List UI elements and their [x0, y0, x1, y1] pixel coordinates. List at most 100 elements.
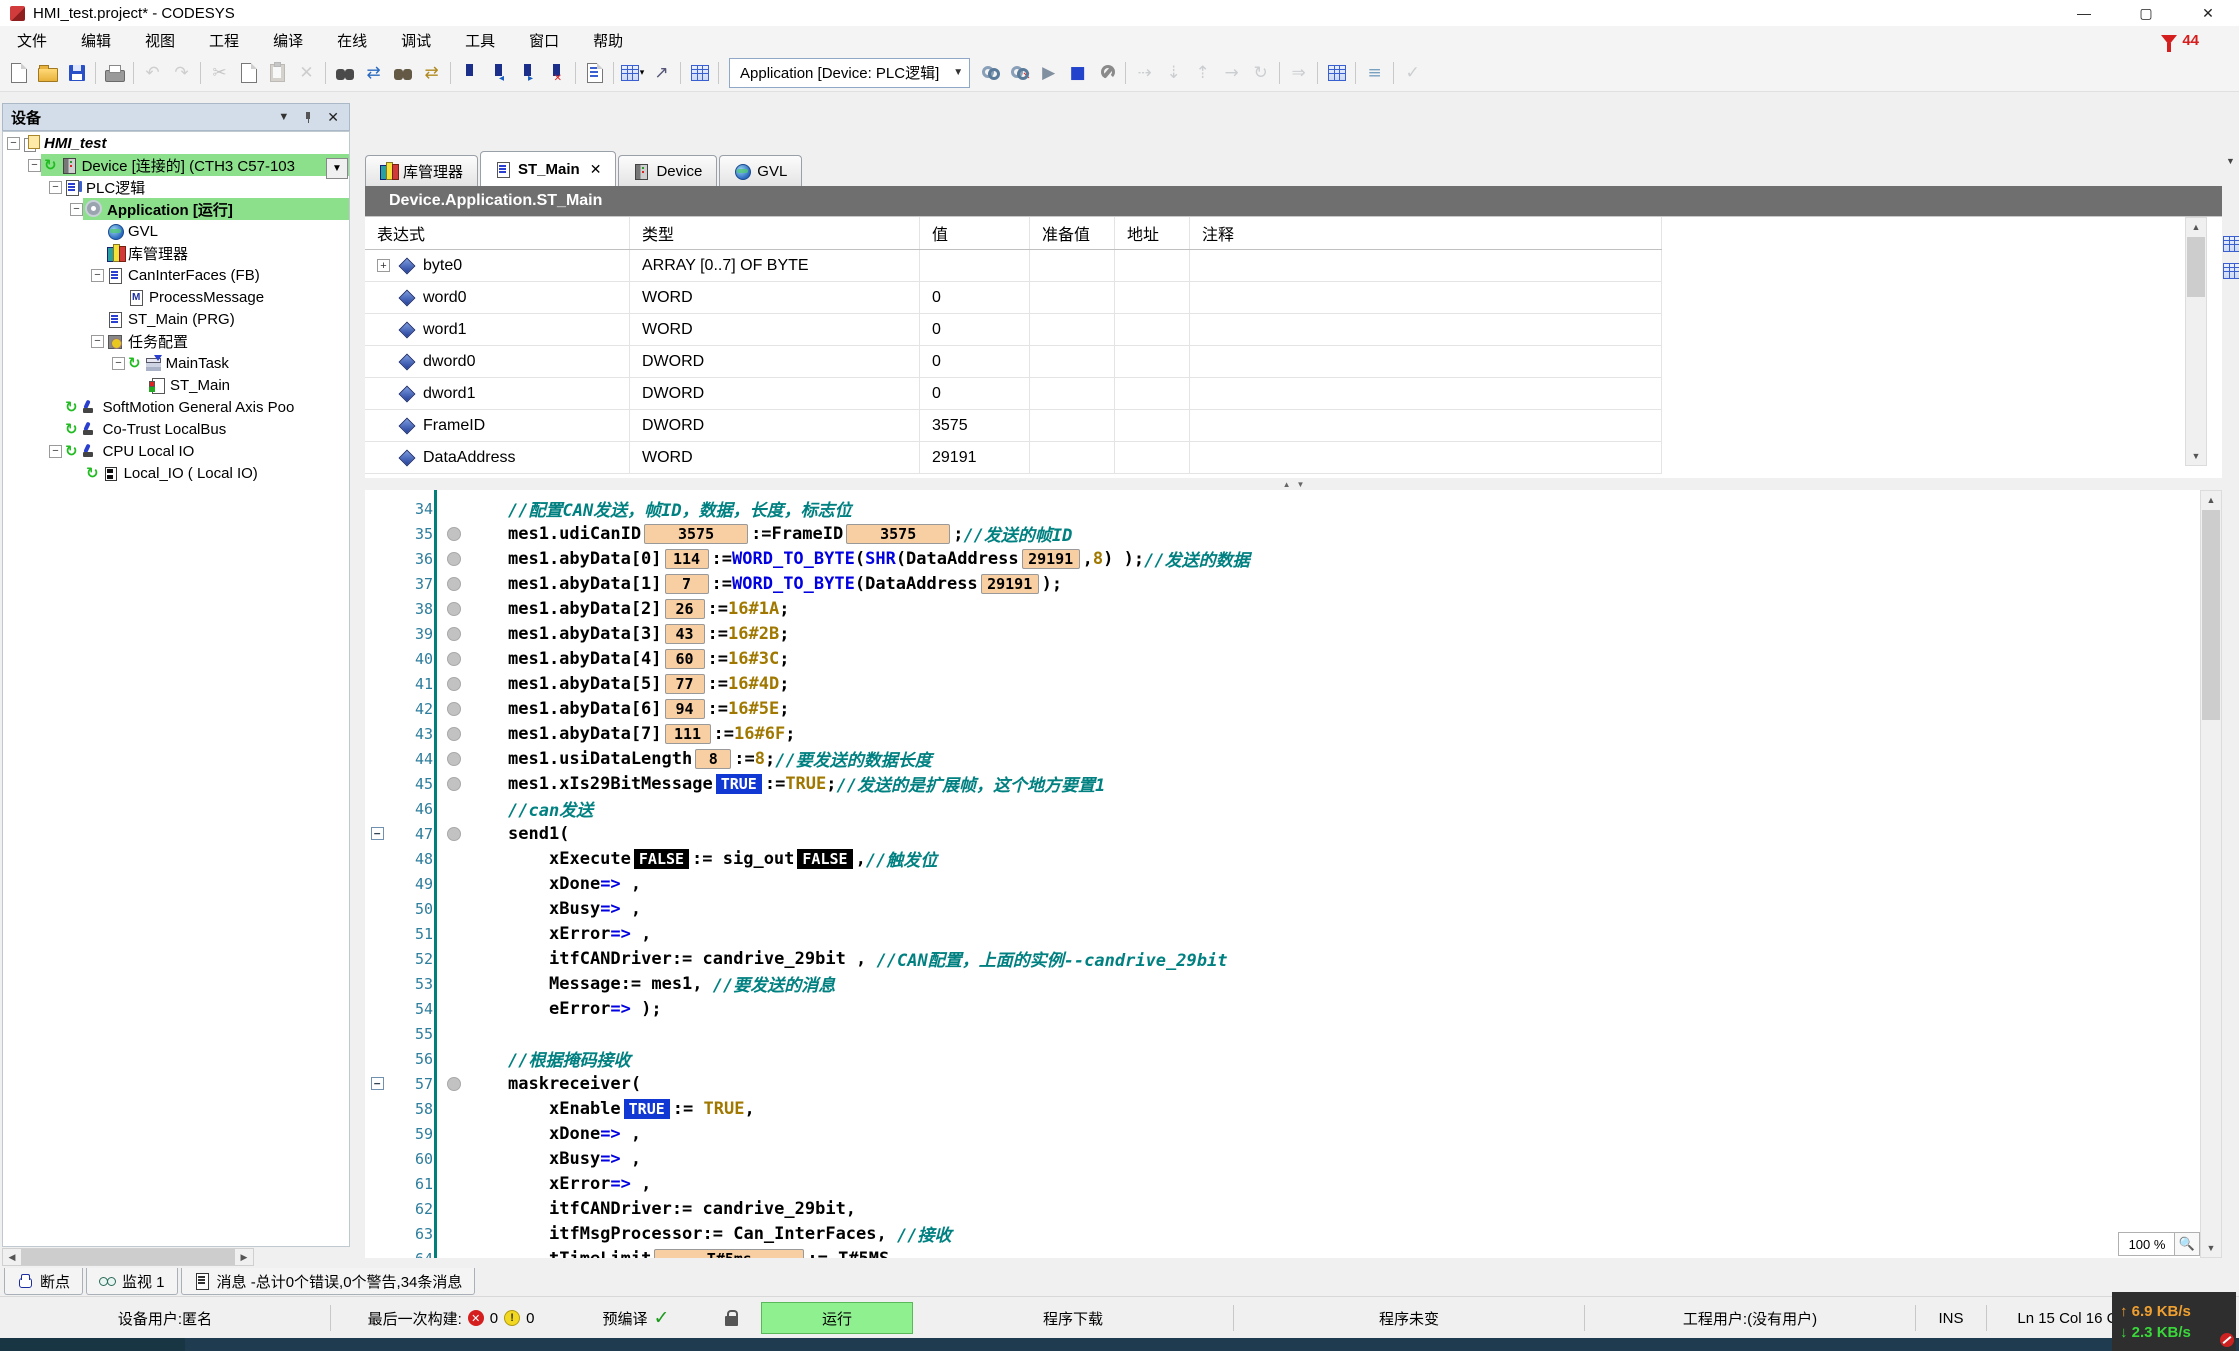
code-line[interactable]: −47send1( — [365, 821, 2200, 846]
declaration-view-icon[interactable] — [2223, 263, 2239, 279]
code-line[interactable]: 62itfCANDriver:= candrive_29bit, — [365, 1196, 2200, 1221]
menu-编译[interactable]: 编译 — [256, 26, 320, 54]
expander-icon[interactable]: − — [49, 181, 62, 194]
tree-item-库管理器[interactable]: 库管理器 — [3, 242, 349, 264]
tree-item-ST-Main[interactable]: ST_Main — [3, 374, 349, 396]
breakpoint-slot-icon[interactable] — [447, 1077, 461, 1091]
redo-button[interactable]: ↷ — [168, 59, 195, 86]
tree-item-ProcessMessage[interactable]: ProcessMessage — [3, 286, 349, 308]
tree-item-SoftMotion-General-Axis-Poo[interactable]: ↻SoftMotion General Axis Poo — [3, 396, 349, 418]
breakpoint-slot-icon[interactable] — [447, 752, 461, 766]
paste-button[interactable] — [264, 59, 291, 86]
table-row[interactable]: +byte0ARRAY [0..7] OF BYTE — [365, 250, 1662, 282]
breakpoint-slot-icon[interactable] — [447, 577, 461, 591]
export-button[interactable]: ↗ — [648, 59, 675, 86]
pin-icon[interactable] — [303, 112, 313, 122]
print-button[interactable] — [101, 59, 128, 86]
breakpoint-slot-icon[interactable] — [447, 527, 461, 541]
table-row[interactable]: dword1DWORD0 — [365, 378, 1662, 410]
new-object-button[interactable]: ▾ — [619, 59, 646, 86]
code-line[interactable]: 37mes1.abyData[1]7:=WORD_TO_BYTE(DataAdd… — [365, 571, 2200, 596]
expander-icon[interactable]: − — [7, 137, 20, 150]
st-code-editor[interactable]: 34//配置CAN发送，帧ID，数据，长度，标志位35mes1.udiCanID… — [365, 490, 2200, 1258]
code-line[interactable]: 34//配置CAN发送，帧ID，数据，长度，标志位 — [365, 496, 2200, 521]
code-line[interactable]: −57maskreceiver( — [365, 1071, 2200, 1096]
find-button[interactable] — [331, 59, 358, 86]
open-project-button[interactable] — [34, 59, 61, 86]
logout-button[interactable]: ✕ — [1006, 59, 1033, 86]
table-row[interactable]: dword0DWORD0 — [365, 346, 1662, 378]
tab-Device[interactable]: Device — [618, 155, 717, 186]
single-cycle-button[interactable]: ↻ — [1247, 59, 1274, 86]
editor-vscrollbar[interactable]: ▲ ▼ — [2200, 490, 2222, 1258]
column-header-类型[interactable]: 类型 — [630, 217, 920, 249]
force-values-button[interactable]: ✓ — [1399, 59, 1426, 86]
breakpoint-slot-icon[interactable] — [447, 777, 461, 791]
step-into-button[interactable]: ⇣ — [1160, 59, 1187, 86]
column-header-表达式[interactable]: 表达式 — [365, 217, 630, 249]
tree-item-Co-Trust-LocalBus[interactable]: ↻Co-Trust LocalBus — [3, 418, 349, 440]
start-button[interactable]: ▶ — [1035, 59, 1062, 86]
code-line[interactable]: 64tTimeLimitT#5ms:= T#5MS — [365, 1246, 2200, 1258]
zoom-tool-icon[interactable]: 🔍 — [2174, 1232, 2200, 1256]
table-row[interactable]: word1WORD0 — [365, 314, 1662, 346]
build-button[interactable] — [686, 59, 713, 86]
tree-item-ST-Main-PRG-[interactable]: ST_Main (PRG) — [3, 308, 349, 330]
code-line[interactable]: 50xBusy=> , — [365, 896, 2200, 921]
tab-ST_Main[interactable]: ST_Main✕ — [480, 151, 616, 186]
expander-icon[interactable]: − — [112, 357, 125, 370]
expander-icon[interactable]: − — [49, 445, 62, 458]
undo-button[interactable]: ↶ — [139, 59, 166, 86]
editor-splitter[interactable]: ▲▼ — [365, 478, 2222, 490]
code-line[interactable]: 51xError=> , — [365, 921, 2200, 946]
expander-icon[interactable]: − — [91, 335, 104, 348]
run-to-cursor-button[interactable]: → — [1218, 59, 1245, 86]
close-button[interactable]: ✕ — [2177, 0, 2239, 26]
tab-GVL[interactable]: GVL — [719, 155, 802, 186]
next-bookmark-button[interactable]: ▸ — [514, 59, 541, 86]
collapse-icon[interactable]: − — [371, 1077, 384, 1090]
tree-item-GVL[interactable]: GVL — [3, 220, 349, 242]
stop-button[interactable]: ■ — [1064, 59, 1091, 86]
tree-item-任务配置[interactable]: −任务配置 — [3, 330, 349, 352]
code-line[interactable]: 58xEnableTRUE:= TRUE, — [365, 1096, 2200, 1121]
replace-in-project-button[interactable]: ⇄ — [418, 59, 445, 86]
save-button[interactable] — [63, 59, 90, 86]
breakpoint-slot-icon[interactable] — [447, 602, 461, 616]
step-over-button[interactable]: ⇢ — [1131, 59, 1158, 86]
tab-close-icon[interactable]: ✕ — [590, 161, 602, 178]
scroll-up-icon[interactable]: ▲ — [2201, 491, 2221, 509]
code-line[interactable]: 54eError=> ); — [365, 996, 2200, 1021]
panel-close-icon[interactable]: ✕ — [327, 109, 339, 126]
code-line[interactable]: 41mes1.abyData[5]77:=16#4D; — [365, 671, 2200, 696]
flow-control-button[interactable]: ≡ — [1361, 59, 1388, 86]
breakpoint-slot-icon[interactable] — [447, 727, 461, 741]
set-next-statement-button[interactable]: ⇒ — [1285, 59, 1312, 86]
scroll-down-icon[interactable]: ▼ — [2201, 1239, 2221, 1257]
new-project-button[interactable] — [5, 59, 32, 86]
delete-button[interactable]: ✕ — [293, 59, 320, 86]
code-line[interactable]: 59xDone=> , — [365, 1121, 2200, 1146]
bottom-tab-断点[interactable]: 断点 — [4, 1268, 83, 1295]
menu-文件[interactable]: 文件 — [0, 26, 64, 54]
previous-bookmark-button[interactable]: ◂ — [485, 59, 512, 86]
scroll-down-icon[interactable]: ▼ — [2186, 447, 2206, 465]
menu-工具[interactable]: 工具 — [448, 26, 512, 54]
table-row[interactable]: FrameIDDWORD3575 — [365, 410, 1662, 442]
editor-zoom-level[interactable]: 100 % — [2118, 1232, 2176, 1256]
step-out-button[interactable]: ⇡ — [1189, 59, 1216, 86]
device-dropdown-button[interactable]: ▼ — [326, 158, 348, 179]
code-line[interactable]: 52itfCANDriver:= candrive_29bit , //CAN配… — [365, 946, 2200, 971]
code-line[interactable]: 48xExecuteFALSE:= sig_outFALSE,//触发位 — [365, 846, 2200, 871]
scroll-right-icon[interactable]: ▶ — [235, 1249, 253, 1265]
breakpoint-slot-icon[interactable] — [447, 552, 461, 566]
edit-object-button[interactable] — [581, 59, 608, 86]
menu-工程[interactable]: 工程 — [192, 26, 256, 54]
config-button[interactable] — [1093, 59, 1120, 86]
breakpoint-slot-icon[interactable] — [447, 702, 461, 716]
code-line[interactable]: 44mes1.usiDataLength8:=8;//要发送的数据长度 — [365, 746, 2200, 771]
code-line[interactable]: 60xBusy=> , — [365, 1146, 2200, 1171]
table-row[interactable]: DataAddressWORD29191 — [365, 442, 1662, 474]
expander-icon[interactable]: − — [28, 159, 41, 172]
breakpoints-button[interactable] — [1323, 59, 1350, 86]
